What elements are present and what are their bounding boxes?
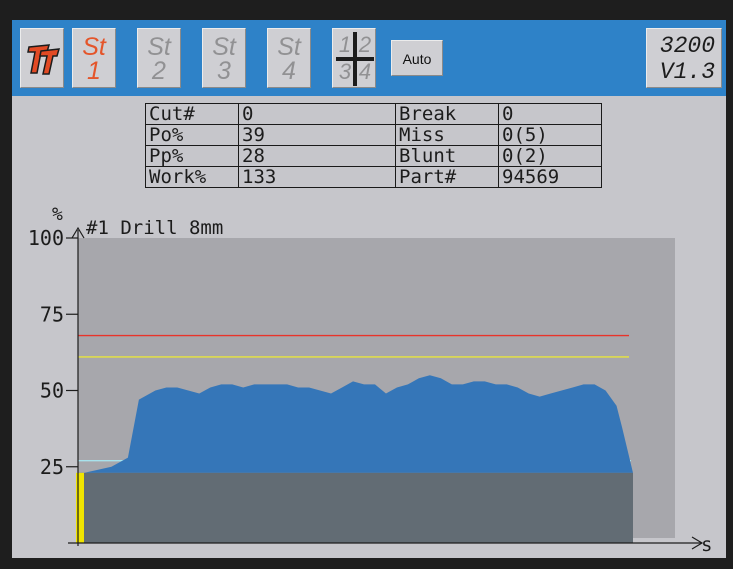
y-tick-label: 100 xyxy=(28,226,64,250)
y-tick-label: 75 xyxy=(40,302,64,326)
y-axis-label: % xyxy=(52,204,63,225)
hmi-screen: St 1 St 2 St 3 St 4 1 2 3 4 Auto 3200 V1… xyxy=(12,20,726,558)
baseline-block xyxy=(78,472,633,543)
level-indicator-bar xyxy=(76,472,84,543)
load-chart: 100 75 50 25 % #1 Drill 8mm s xyxy=(28,204,713,556)
series-layer xyxy=(76,375,633,543)
y-ticks: 100 75 50 25 xyxy=(28,226,78,479)
x-axis-label: s xyxy=(701,534,712,556)
y-tick-label: 25 xyxy=(40,455,64,479)
chart-title: #1 Drill 8mm xyxy=(86,217,223,239)
y-tick-label: 50 xyxy=(40,379,64,403)
